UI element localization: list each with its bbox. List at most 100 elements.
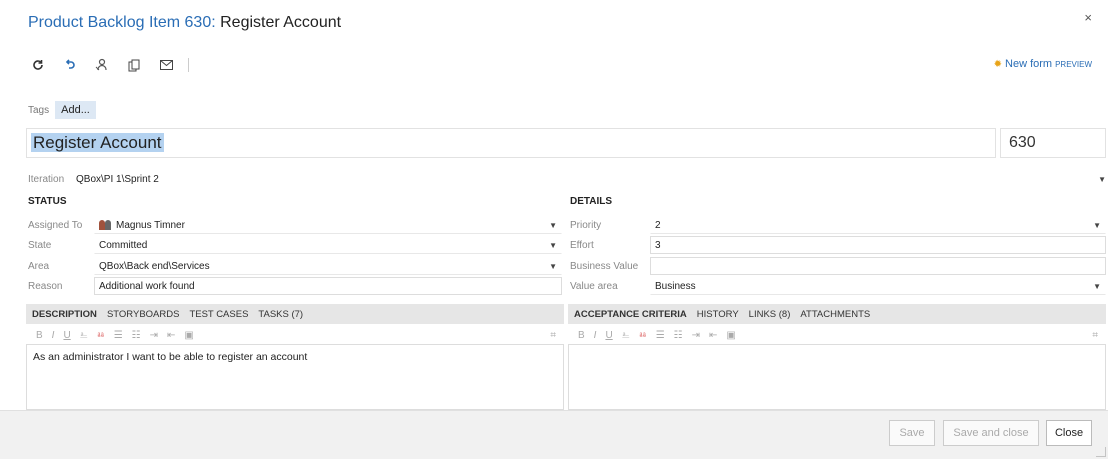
chevron-down-icon[interactable]: ▼ — [549, 241, 557, 250]
iteration-value: QBox\PI 1\Sprint 2 — [76, 173, 159, 185]
chevron-down-icon[interactable]: ▼ — [1093, 282, 1101, 291]
value-area-select[interactable]: Business ▼ — [650, 277, 1106, 295]
area-field: Area QBox\Back end\Services ▼ — [28, 257, 562, 275]
bulleted-list-icon[interactable]: ☰ — [114, 330, 123, 341]
status-heading: STATUS — [28, 196, 67, 207]
work-item-title-heading: Register Account — [220, 14, 342, 31]
refresh-icon[interactable] — [26, 55, 50, 75]
state-select[interactable]: Committed ▼ — [94, 236, 562, 254]
insert-image-icon[interactable]: ▣ — [726, 330, 735, 341]
maximize-icon[interactable]: ⌗ — [550, 330, 556, 341]
state-field: State Committed ▼ — [28, 236, 562, 254]
tab-description[interactable]: DESCRIPTION — [32, 309, 97, 320]
chevron-down-icon[interactable]: ▼ — [549, 221, 557, 230]
value-area-value: Business — [655, 280, 696, 292]
indent-icon[interactable]: ⇥ — [692, 330, 700, 341]
priority-value: 2 — [655, 219, 661, 231]
save-button[interactable]: Save — [889, 420, 935, 446]
reason-input[interactable]: Additional work found — [94, 277, 562, 295]
outdent-icon[interactable]: ⇤ — [709, 330, 717, 341]
save-and-close-button[interactable]: Save and close — [943, 420, 1039, 446]
left-tab-strip: DESCRIPTION STORYBOARDS TEST CASES TASKS… — [26, 304, 564, 324]
font-color-icon[interactable]: ⎂ — [97, 330, 105, 341]
add-tag-button[interactable]: Add... — [55, 101, 96, 119]
business-value-field: Business Value — [570, 257, 1106, 275]
work-item-type-id: Product Backlog Item 630: — [28, 14, 216, 31]
assigned-to-label: Assigned To — [28, 219, 83, 231]
right-tab-strip: ACCEPTANCE CRITERIA HISTORY LINKS (8) AT… — [568, 304, 1106, 324]
close-button[interactable]: Close — [1046, 420, 1092, 446]
acceptance-criteria-editor[interactable] — [568, 344, 1106, 410]
font-color-icon[interactable]: ⎂ — [639, 330, 647, 341]
tab-links[interactable]: LINKS (8) — [749, 309, 791, 320]
outdent-icon[interactable]: ⇤ — [167, 330, 175, 341]
description-editor[interactable]: As an administrator I want to be able to… — [26, 344, 564, 410]
value-area-field: Value area Business ▼ — [570, 277, 1106, 295]
resize-grip-icon[interactable] — [1096, 447, 1106, 457]
chevron-down-icon[interactable]: ▼ — [1098, 175, 1106, 184]
area-value: QBox\Back end\Services — [99, 260, 210, 272]
italic-icon[interactable]: I — [52, 330, 55, 341]
insert-image-icon[interactable]: ▣ — [184, 330, 193, 341]
state-value: Committed — [99, 239, 148, 251]
reason-field: Reason Additional work found — [28, 277, 562, 295]
business-value-input[interactable] — [650, 257, 1106, 275]
reason-label: Reason — [28, 280, 63, 292]
assigned-to-select[interactable]: Magnus Timner ▼ — [94, 216, 562, 234]
work-item-dialog: Product Backlog Item 630: Register Accou… — [0, 0, 1108, 459]
value-area-label: Value area — [570, 280, 618, 292]
area-select[interactable]: QBox\Back end\Services ▼ — [94, 257, 562, 275]
tab-acceptance-criteria[interactable]: ACCEPTANCE CRITERIA — [574, 309, 687, 320]
tab-tasks[interactable]: TASKS (7) — [258, 309, 303, 320]
effort-input[interactable]: 3 — [650, 236, 1106, 254]
priority-field: Priority 2 ▼ — [570, 216, 1106, 234]
iteration-label: Iteration — [28, 173, 65, 185]
chevron-down-icon[interactable]: ▼ — [1093, 221, 1101, 230]
description-text: As an administrator I want to be able to… — [33, 351, 308, 363]
area-label: Area — [28, 260, 50, 272]
bulleted-list-icon[interactable]: ☰ — [656, 330, 665, 341]
assigned-to-field: Assigned To Magnus Timner ▼ — [28, 216, 562, 234]
undo-icon[interactable] — [58, 55, 82, 75]
underline-icon[interactable]: U — [605, 330, 612, 341]
chevron-down-icon[interactable]: ▼ — [549, 262, 557, 271]
numbered-list-icon[interactable]: ☷ — [674, 330, 683, 341]
link-work-item-icon[interactable] — [90, 55, 114, 75]
assigned-to-value: Magnus Timner — [116, 219, 185, 231]
dialog-footer: Save Save and close Close — [0, 410, 1108, 459]
state-label: State — [28, 239, 52, 251]
preview-badge: PREVIEW — [1055, 59, 1092, 69]
iteration-field[interactable]: Iteration QBox\PI 1\Sprint 2 ▼ — [28, 170, 1106, 188]
highlight-icon[interactable]: ⎁ — [80, 330, 88, 341]
tab-test-cases[interactable]: TEST CASES — [189, 309, 248, 320]
title-input[interactable]: Register Account — [26, 128, 996, 158]
tags-label: Tags — [28, 104, 50, 116]
dialog-title: Product Backlog Item 630: Register Accou… — [28, 14, 341, 38]
email-icon[interactable] — [154, 55, 178, 75]
maximize-icon[interactable]: ⌗ — [1092, 330, 1098, 341]
indent-icon[interactable]: ⇥ — [150, 330, 158, 341]
numbered-list-icon[interactable]: ☷ — [132, 330, 141, 341]
details-heading: DETAILS — [570, 196, 613, 207]
new-form-link[interactable]: ✹ New form PREVIEW — [994, 58, 1092, 70]
effort-value: 3 — [655, 239, 661, 251]
underline-icon[interactable]: U — [63, 330, 70, 341]
italic-icon[interactable]: I — [594, 330, 597, 341]
priority-label: Priority — [570, 219, 602, 231]
acceptance-format-toolbar: B I U ⎁ ⎂ ☰ ☷ ⇥ ⇤ ▣ ⌗ — [570, 326, 1106, 344]
copy-icon[interactable] — [122, 55, 146, 75]
tab-history[interactable]: HISTORY — [697, 309, 739, 320]
tab-attachments[interactable]: ATTACHMENTS — [800, 309, 870, 320]
priority-select[interactable]: 2 ▼ — [650, 216, 1106, 234]
bold-icon[interactable]: B — [578, 330, 585, 341]
tab-storyboards[interactable]: STORYBOARDS — [107, 309, 180, 320]
close-icon[interactable]: × — [1084, 10, 1092, 25]
work-item-id: 630 — [1000, 128, 1106, 158]
highlight-icon[interactable]: ⎁ — [622, 330, 630, 341]
bold-icon[interactable]: B — [36, 330, 43, 341]
toolbar-separator — [188, 58, 189, 72]
effort-field: Effort 3 — [570, 236, 1106, 254]
description-format-toolbar: B I U ⎁ ⎂ ☰ ☷ ⇥ ⇤ ▣ ⌗ — [28, 326, 564, 344]
tags-row: Tags Add... — [28, 101, 96, 119]
sparkle-icon: ✹ — [993, 58, 1003, 70]
